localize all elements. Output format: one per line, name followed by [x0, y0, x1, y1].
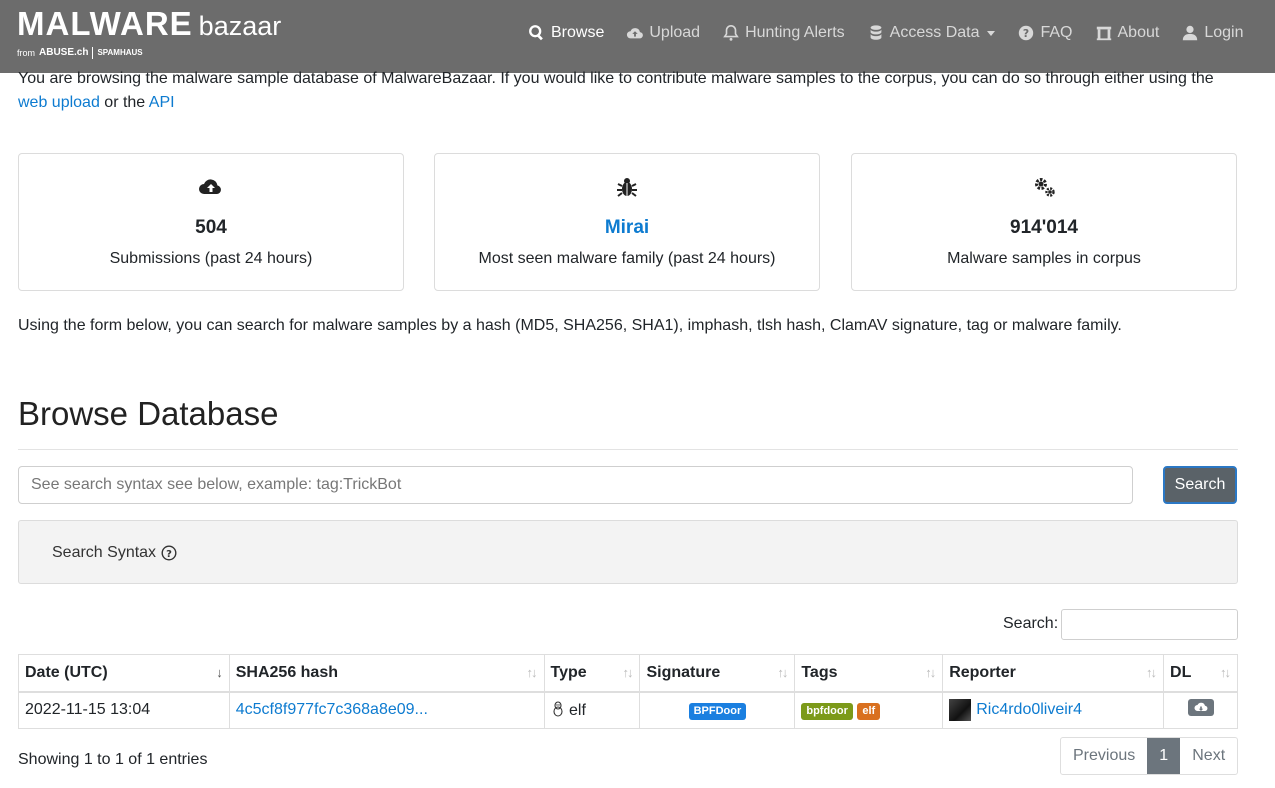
- previous-button[interactable]: Previous: [1061, 738, 1147, 774]
- stat-card-family: Mirai Most seen malware family (past 24 …: [434, 153, 820, 291]
- cell-type: elf: [569, 701, 586, 719]
- sort-icon: ↑↓: [1220, 665, 1231, 680]
- search-syntax-panel[interactable]: Search Syntax ?: [18, 520, 1238, 584]
- table-search-input[interactable]: [1061, 609, 1238, 640]
- question-circle-icon: ?: [161, 545, 177, 561]
- stat-card-corpus: 914'014 Malware samples in corpus: [851, 153, 1237, 291]
- samples-table: Date (UTC) ↓ SHA256 hash ↑↓ Type ↑↓ Signatu…: [18, 654, 1238, 729]
- column-header-type[interactable]: Type ↑↓: [543, 654, 641, 693]
- page-1-button[interactable]: 1: [1147, 738, 1181, 774]
- nav-about-label: About: [1117, 24, 1160, 41]
- abuse-logo: ABUSE.ch: [39, 47, 89, 58]
- signature-badge[interactable]: BPFDoor: [688, 702, 747, 720]
- column-header-tags[interactable]: Tags ↑↓: [794, 654, 944, 693]
- sort-icon: ↑↓: [1146, 665, 1157, 680]
- nav-upload-label: Upload: [649, 24, 701, 41]
- search-icon: [529, 25, 543, 41]
- nav-faq-label: FAQ: [1040, 24, 1073, 41]
- main-nav: Browse Upload Hunting Alerts Access Data…: [528, 24, 1265, 42]
- question-circle-icon: ?: [1019, 25, 1034, 41]
- column-header-signature[interactable]: Signature ↑↓: [639, 654, 796, 693]
- intro-text: You are browsing the malware sample data…: [18, 67, 1248, 115]
- bug-icon: [617, 178, 637, 197]
- intro-text-1: You are browsing the malware sample data…: [18, 70, 1214, 87]
- brand-main: MALWARE: [17, 5, 193, 42]
- spamhaus-logo: SPAMHAUS: [97, 48, 143, 57]
- chevron-down-icon: [987, 30, 996, 36]
- search-syntax-label: Search Syntax: [52, 544, 157, 561]
- brand-logo[interactable]: MALWARE bazaar from ABUSE.ch SPAMHAUS: [17, 6, 281, 59]
- nav-hunting-alerts[interactable]: Hunting Alerts: [722, 24, 845, 42]
- table-search-label: Search:: [1003, 615, 1059, 632]
- navbar: MALWARE bazaar from ABUSE.ch SPAMHAUS Bro…: [0, 0, 1275, 73]
- hash-link[interactable]: 4c5cf8f977fc7c368a8e09...: [236, 701, 428, 718]
- cloud-download-icon: [1194, 702, 1207, 712]
- database-icon: [870, 25, 882, 40]
- nav-login[interactable]: Login: [1181, 24, 1243, 42]
- cell-date: 2022-11-15 13:04: [18, 691, 230, 729]
- entries-info: Showing 1 to 1 of 1 entries: [18, 751, 208, 768]
- nav-login-label: Login: [1204, 24, 1244, 41]
- pagination: Previous 1 Next: [1060, 737, 1239, 775]
- user-icon: [1183, 25, 1198, 41]
- intro-text-2: or the: [99, 94, 149, 111]
- stat-label-submissions: Submissions (past 24 hours): [109, 250, 313, 267]
- svg-text:?: ?: [1023, 27, 1029, 40]
- search-button[interactable]: Search: [1163, 466, 1237, 504]
- nav-browse-label: Browse: [551, 24, 605, 41]
- table-row: 2022-11-15 13:04 4c5cf8f977fc7c368a8e09.…: [18, 691, 1238, 729]
- svg-text:?: ?: [166, 549, 172, 560]
- brand-from-text: from: [17, 48, 35, 58]
- sort-icon: ↓: [216, 665, 222, 680]
- brand-sub: bazaar: [198, 11, 282, 41]
- sort-icon: ↑↓: [925, 665, 936, 680]
- web-upload-link[interactable]: web upload: [18, 94, 100, 111]
- avatar: [949, 699, 972, 722]
- sort-icon: ↑↓: [622, 665, 633, 680]
- stat-label-family: Most seen malware family (past 24 hours): [478, 250, 776, 267]
- next-button[interactable]: Next: [1180, 738, 1237, 774]
- bell-icon: [723, 24, 739, 41]
- reporter-link[interactable]: Ric4rdo0liveir4: [976, 701, 1082, 718]
- building-icon: [1096, 26, 1111, 41]
- page-title: Browse Database: [18, 395, 279, 432]
- nav-browse[interactable]: Browse: [528, 24, 604, 42]
- brand-from: from ABUSE.ch SPAMHAUS: [17, 47, 281, 59]
- cloud-upload-icon: [627, 28, 644, 39]
- nav-upload[interactable]: Upload: [626, 24, 700, 42]
- nav-access-label: Access Data: [889, 24, 980, 41]
- nav-faq[interactable]: ? FAQ: [1017, 24, 1073, 42]
- column-header-hash[interactable]: SHA256 hash ↑↓: [228, 654, 545, 693]
- column-header-reporter[interactable]: Reporter ↑↓: [942, 654, 1165, 693]
- cogs-icon: [1035, 178, 1055, 197]
- api-link[interactable]: API: [149, 94, 175, 111]
- nav-about[interactable]: About: [1095, 24, 1160, 42]
- cloud-upload-icon: [199, 179, 221, 194]
- column-header-dl[interactable]: DL ↑↓: [1163, 654, 1238, 693]
- tag-badge[interactable]: bpfdoor: [801, 702, 853, 720]
- stat-value-family[interactable]: Mirai: [435, 217, 819, 239]
- brand-separator: [92, 47, 94, 59]
- search-note: Using the form below, you can search for…: [18, 317, 1122, 334]
- sort-icon: ↑↓: [777, 665, 788, 680]
- stat-card-submissions: 504 Submissions (past 24 hours): [18, 153, 404, 291]
- column-header-date[interactable]: Date (UTC) ↓: [18, 654, 230, 693]
- tag-badge[interactable]: elf: [857, 702, 881, 720]
- stat-label-corpus: Malware samples in corpus: [947, 250, 1141, 267]
- download-button[interactable]: [1187, 699, 1214, 717]
- nav-hunting-label: Hunting Alerts: [745, 24, 845, 41]
- stat-value-corpus: 914'014: [1010, 217, 1078, 238]
- stat-value-submissions: 504: [195, 217, 227, 238]
- table-header-row: Date (UTC) ↓ SHA256 hash ↑↓ Type ↑↓ Signatu…: [18, 654, 1238, 693]
- sort-icon: ↑↓: [526, 665, 538, 680]
- nav-access-data[interactable]: Access Data: [867, 24, 996, 42]
- linux-icon: [552, 701, 563, 717]
- search-input[interactable]: [18, 466, 1133, 504]
- divider: [18, 449, 1238, 450]
